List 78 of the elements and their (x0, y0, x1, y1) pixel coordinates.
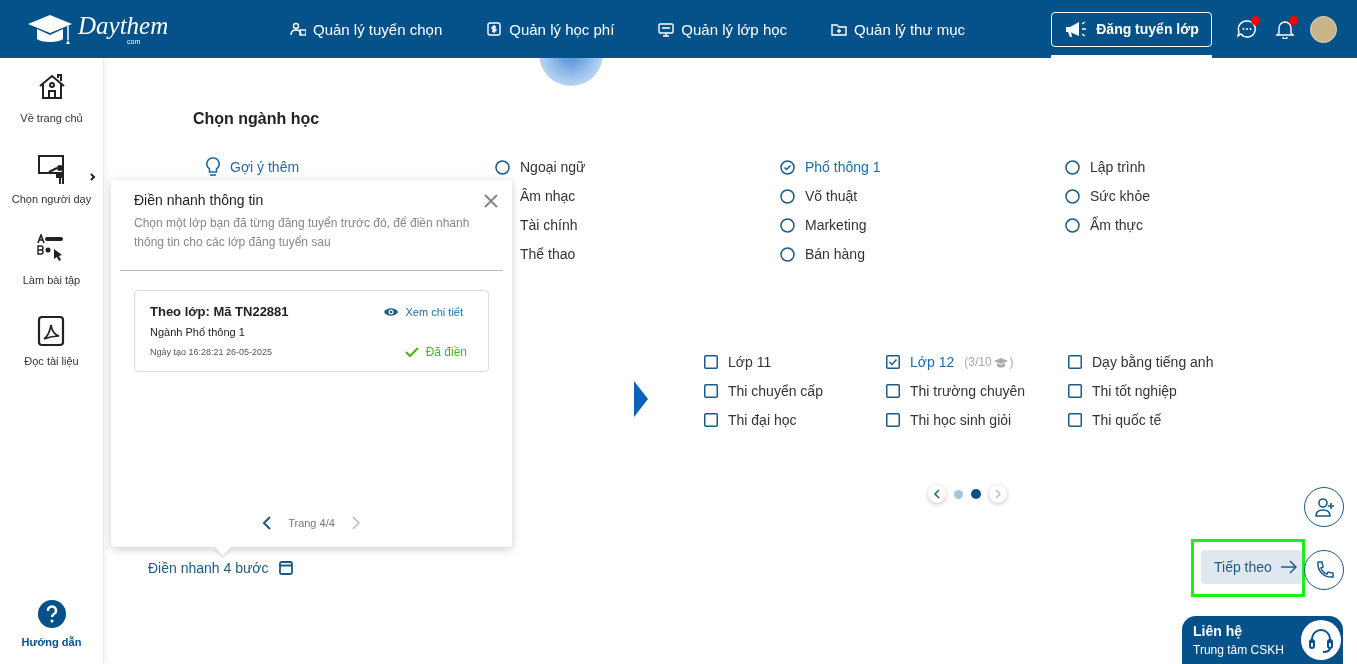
radio-option[interactable]: Võ thuật (780, 185, 1065, 207)
headset-icon (1300, 619, 1342, 661)
page-dot[interactable] (971, 489, 981, 499)
radio-option[interactable]: Phổ thông 1 (780, 156, 1065, 178)
class-card[interactable]: Theo lớp: Mã TN22881 Xem chi tiết Ngành Phổ thông 1 Ngày tạo 16:28:21 26-05-2025 Đã điền (134, 290, 489, 372)
radio-option[interactable]: Marketing (780, 214, 1065, 236)
popup-description: Chọn một lớp bạn đã từng đăng tuyển trước đó, để điền nhanh thông tin cho các lớp đăng tuyển sau (133, 215, 471, 251)
eye-icon (382, 305, 399, 318)
check-icon (404, 346, 419, 358)
quick-fill-link[interactable]: Điền nhanh 4 bước (148, 560, 293, 576)
sidebar-item[interactable]: Đọc tài liệu (0, 315, 104, 396)
triangle-icon (634, 380, 648, 417)
sidebar-item[interactable]: Về trang chủ (0, 72, 104, 153)
radio-option[interactable]: Lập trình (1065, 156, 1350, 178)
people-icon (290, 21, 306, 37)
created-date: Ngày tạo 16:28:21 26-05-2025 (150, 347, 273, 357)
radio-option[interactable]: Sức khỏe (1065, 185, 1350, 207)
nav-link[interactable]: Quản lý lớp học (658, 20, 788, 38)
checkbox-option[interactable]: Thi quốc tế (1068, 409, 1250, 431)
chevron-left-icon (262, 516, 273, 530)
chevron-left-icon (934, 489, 940, 499)
contact-title: Liên hệ (1193, 623, 1243, 639)
graduation-cap-icon (993, 356, 1008, 368)
contact-subtitle: Trung tâm CSKH (1193, 643, 1285, 657)
close-icon (484, 194, 498, 208)
section-title: Chọn ngành học (193, 110, 321, 128)
checkbox-option[interactable]: Thi chuyển cấp (704, 380, 886, 402)
chat-icon (1237, 19, 1257, 39)
nav-link[interactable]: Quản lý thư mục (831, 20, 965, 38)
nav-link[interactable]: Quản lý học phí (486, 20, 615, 38)
nav-link[interactable]: Quản lý tuyển chọn (290, 20, 443, 38)
suggest-link[interactable]: Gợi ý thêm (205, 156, 495, 178)
arrow-right-icon (1279, 560, 1297, 574)
previous-button[interactable] (928, 485, 946, 503)
sidebar-item[interactable]: Chọn người dạy (0, 153, 104, 234)
lightbulb-icon (205, 157, 221, 177)
radio-option[interactable]: Ngoại ngữ (495, 156, 780, 178)
next-button[interactable]: Tiếp theo (1201, 550, 1302, 584)
bell-icon (1275, 19, 1295, 39)
chevron-right-icon (995, 489, 1001, 499)
add-user-button[interactable] (1304, 487, 1344, 527)
checkbox-option[interactable]: Thi học sinh giỏi (886, 409, 1068, 431)
checkbox-option[interactable]: Lớp 11 (704, 351, 886, 373)
teacher-icon (36, 153, 67, 185)
help-link[interactable]: Hướng dẫn (21, 600, 82, 648)
chevron-right-icon (350, 516, 361, 530)
post-class-button[interactable]: Đăng tuyển lớp (1051, 11, 1212, 47)
popup-title: Điền nhanh thông tin (134, 192, 264, 208)
notification-button[interactable] (1272, 16, 1298, 42)
graduation-cap-icon (26, 12, 74, 46)
pdf-file-icon (36, 315, 67, 347)
page-dot[interactable] (954, 489, 963, 499)
help-icon (37, 600, 66, 628)
megaphone-icon (1064, 20, 1087, 38)
contact-widget[interactable]: Liên hệ Trung tâm CSKH (1182, 616, 1343, 664)
add-user-icon (1313, 497, 1335, 517)
previous-page-button[interactable] (262, 516, 273, 530)
view-details-link[interactable]: Xem chi tiết (382, 305, 463, 318)
fill-status: Đã điền (404, 345, 467, 359)
dollar-icon (486, 21, 503, 37)
phone-button[interactable] (1304, 550, 1344, 590)
card-title: Theo lớp: Mã TN22881 (150, 304, 289, 319)
radio-option[interactable]: Bán hàng (780, 243, 1065, 265)
card-major: Ngành Phổ thông 1 (150, 326, 246, 338)
checkbox-option[interactable]: Thi đại học (704, 409, 886, 431)
checkbox-option[interactable]: Lớp 12 (3/10 ) (886, 351, 1068, 373)
student-count: (3/10 ) (964, 355, 1014, 369)
checkbox-option[interactable]: Thi tốt nghiệp (1068, 380, 1250, 402)
checkbox-option[interactable]: Dạy bằng tiếng anh (1068, 351, 1250, 373)
page-indicator: Trang 4/4 (288, 517, 335, 529)
folder-icon (831, 21, 848, 37)
checkbox-option[interactable]: Thi trường chuyên (886, 380, 1068, 402)
sidebar-item[interactable]: Làm bài tập (0, 234, 104, 315)
presentation-icon (658, 21, 675, 37)
radio-option[interactable]: Ẩm thực (1065, 214, 1350, 236)
calendar-icon (278, 561, 293, 575)
avatar[interactable] (1310, 15, 1337, 43)
close-button[interactable] (484, 194, 498, 208)
